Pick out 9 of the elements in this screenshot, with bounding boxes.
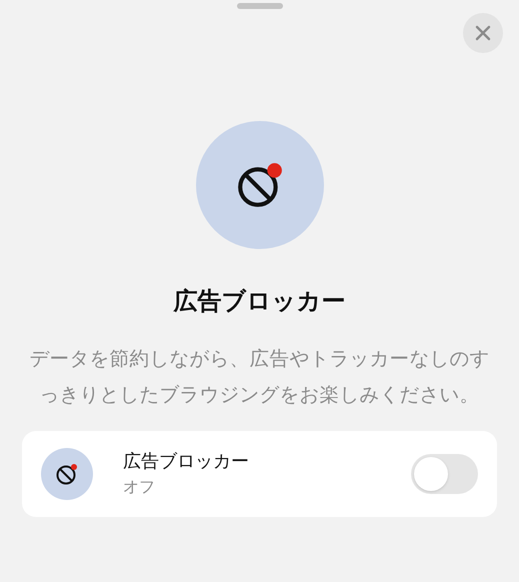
setting-status: オフ <box>123 476 156 498</box>
toggle-switch[interactable] <box>411 454 478 494</box>
close-button[interactable] <box>463 13 503 53</box>
grab-handle[interactable] <box>236 3 282 9</box>
sheet-description: データを節約しながら、広告やトラッカーなしのすっきりとしたブラウジングをお楽しみください。 <box>28 346 490 408</box>
setting-label: 広告ブロッカー <box>123 450 250 474</box>
close-icon <box>475 25 491 41</box>
sheet-title: 広告ブロッカー <box>174 286 346 317</box>
prohibited-icon <box>55 462 79 486</box>
